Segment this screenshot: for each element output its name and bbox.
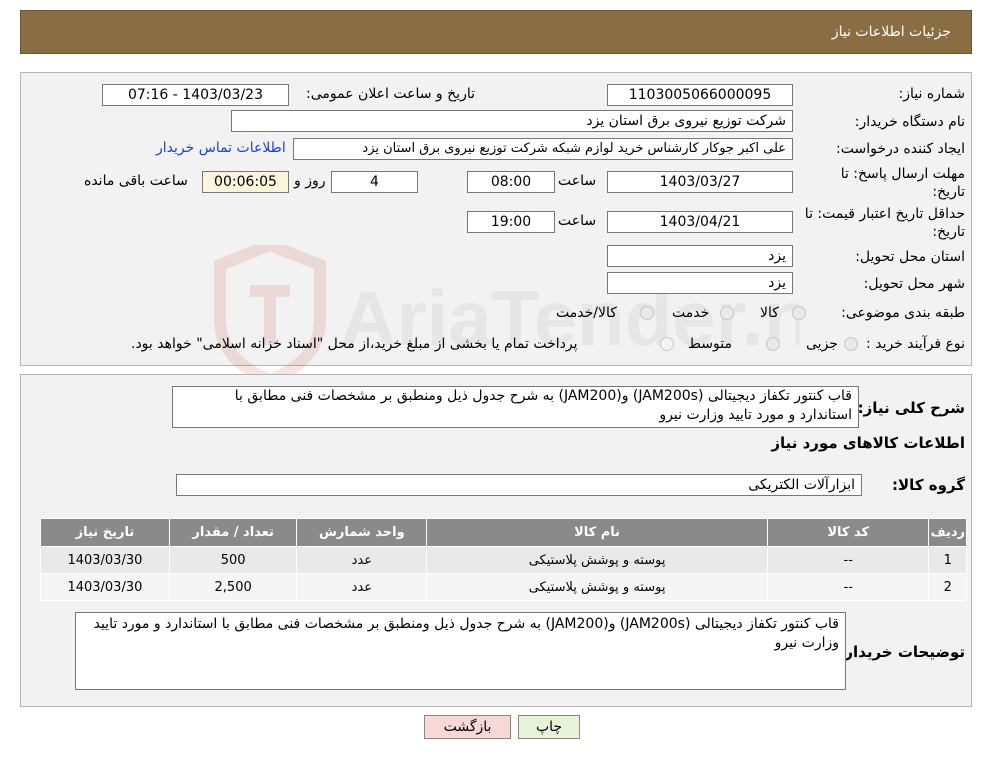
category-radio-goods-service[interactable] [640,306,654,320]
process-radio-minor[interactable] [844,337,858,351]
cell-quantity: 2,500 [168,573,298,601]
validity-time-label: ساعت [558,213,597,229]
summary-textarea[interactable]: قاب کنتور تکفاز دیجیتالی (JAM200s) و(JAM… [172,386,859,428]
reply-time-field: 08:00 [467,171,555,193]
summary-label: شرح کلی نیاز: [857,399,965,417]
days-field: 4 [331,171,418,193]
buyer-notes-textarea[interactable]: قاب کنتور تکفاز دیجیتالی (JAM200s) و(JAM… [75,612,846,690]
cell-name: پوسته و پوشش پلاستیکی [426,573,769,601]
cell-name: پوسته و پوشش پلاستیکی [426,546,769,574]
creator-field: علی اکبر جوکار کارشناس خرید لوازم شبکه ش… [293,138,793,160]
validity-time-field: 19:00 [467,211,555,233]
province-field: یزد [607,245,793,267]
validity-date-field: 1403/04/21 [607,211,793,233]
category-radio-service[interactable] [720,306,734,320]
col-quantity: تعداد / مقدار [168,518,298,547]
category-label: طبقه بندی موضوعی: [841,305,965,321]
col-unit: واحد شمارش [296,518,428,547]
cell-unit: عدد [296,573,428,601]
category-option-service: خدمت [672,305,710,321]
cell-quantity: 500 [168,546,298,574]
validity-label-2: تاریخ: [932,224,965,240]
buyer-org-label: نام دستگاه خریدار: [854,114,965,130]
reply-time-label: ساعت [558,173,597,189]
need-number-label: شماره نیاز: [898,86,966,102]
remaining-time-field: 00:06:05 [202,171,289,193]
cell-row: 2 [928,573,967,601]
buyer-org-field: شرکت توزیع نیروی برق استان یزد [231,110,793,132]
announce-field: 1403/03/23 - 07:16 [102,84,289,106]
cell-row: 1 [928,546,967,574]
table-row: 2 -- پوسته و پوشش پلاستیکی عدد 2,500 140… [40,573,967,601]
category-option-goods: کالا [760,305,779,321]
print-button[interactable]: چاپ [518,715,580,739]
cell-code: -- [767,573,930,601]
goods-info-title: اطلاعات کالاهای مورد نیاز [771,434,965,452]
reply-deadline-label: مهلت ارسال پاسخ: تا [840,166,965,182]
province-label: استان محل تحویل: [855,249,965,265]
goods-table: ردیف کد کالا نام کالا واحد شمارش تعداد /… [40,518,967,601]
col-row: ردیف [928,518,967,547]
days-label: روز و [294,173,326,189]
col-name: نام کالا [426,518,769,547]
page-title: جزئیات اطلاعات نیاز [831,24,951,40]
cell-date: 1403/03/30 [40,546,170,574]
process-option-minor: جزیی [806,336,838,352]
category-option-goods-service: کالا/خدمت [556,305,617,321]
cell-code: -- [767,546,930,574]
cell-date: 1403/03/30 [40,573,170,601]
city-label: شهر محل تحویل: [863,276,965,292]
contact-info-link[interactable]: اطلاعات تماس خریدار [156,140,286,156]
table-header-row: ردیف کد کالا نام کالا واحد شمارش تعداد /… [40,518,967,547]
page-header: جزئیات اطلاعات نیاز [20,10,972,54]
col-code: کد کالا [767,518,930,547]
process-radio-medium[interactable] [766,337,780,351]
reply-date-field: 1403/03/27 [607,171,793,193]
need-number-field: 1103005066000095 [607,84,793,106]
announce-label: تاریخ و ساعت اعلان عمومی: [306,86,475,102]
category-radio-goods[interactable] [792,306,806,320]
treasury-checkbox[interactable] [660,337,674,351]
creator-label: ایجاد کننده درخواست: [836,141,965,157]
process-note: پرداخت تمام یا بخشی از مبلغ خرید،از محل … [131,336,578,352]
goods-group-field: ابزارآلات الکتریکی [176,474,862,496]
process-label: نوع فرآیند خرید : [866,336,965,352]
process-option-medium: متوسط [688,336,732,352]
city-field: یزد [607,272,793,294]
col-date: تاریخ نیاز [40,518,170,547]
back-button[interactable]: بازگشت [424,715,511,739]
table-row: 1 -- پوسته و پوشش پلاستیکی عدد 500 1403/… [40,546,967,574]
validity-label: حداقل تاریخ اعتبار قیمت: تا [804,206,965,222]
buyer-notes-label: توضیحات خریدار: [838,643,965,661]
cell-unit: عدد [296,546,428,574]
remaining-label: ساعت باقی مانده [84,173,188,189]
reply-deadline-label-2: تاریخ: [932,184,965,200]
goods-group-label: گروه کالا: [892,476,965,494]
